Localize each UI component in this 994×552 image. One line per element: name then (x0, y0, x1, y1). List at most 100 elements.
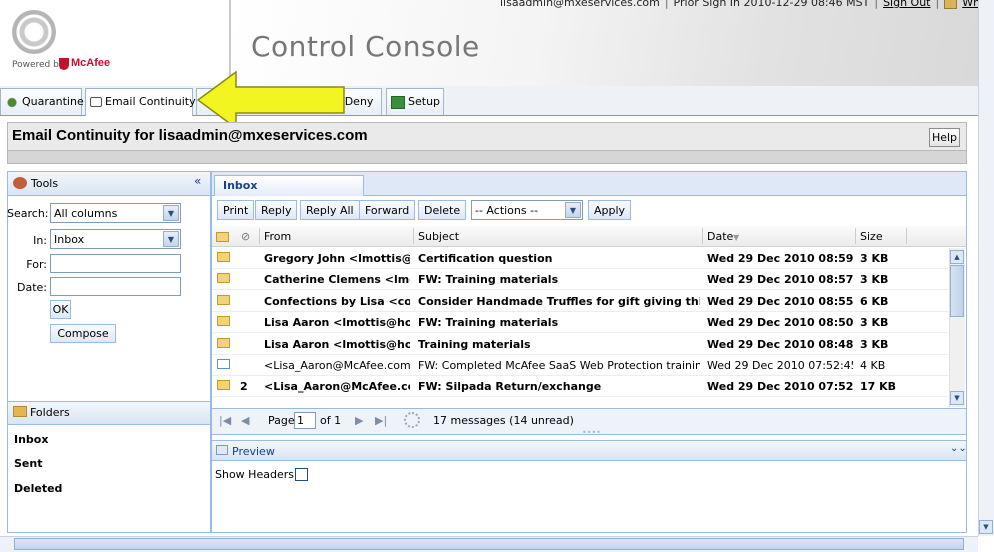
page-number-input[interactable]: 1 (294, 412, 316, 429)
reply-all-button[interactable]: Reply All (300, 200, 360, 220)
prev-page-icon[interactable]: ◀ (241, 414, 249, 427)
print-button[interactable]: Print (217, 200, 255, 220)
table-row[interactable]: Lisa Aaron <lmottis@hot... Training mater… (212, 334, 948, 355)
table-row[interactable]: 2 <Lisa_Aaron@McAfee.co... FW: Silpada Ret… (212, 376, 948, 398)
next-page-icon[interactable]: ▶ (355, 414, 363, 427)
show-headers-checkbox[interactable] (295, 468, 308, 481)
subject-cell: FW: Silpada Return/exchange (418, 380, 602, 394)
envelope-continuity-icon (90, 97, 102, 107)
console-title: Control Console (251, 30, 480, 63)
page-count: of 1 (320, 414, 342, 427)
date-cell: Wed 29 Dec 2010 07:52:40 ... (707, 380, 853, 394)
mcafee-logo-icon (12, 10, 56, 54)
in-folder-select[interactable]: Inbox ▼ (50, 229, 181, 249)
message-count: 17 messages (14 unread) (433, 414, 574, 427)
show-headers-label: Show Headers (215, 468, 294, 481)
tools-icon (13, 177, 27, 189)
search-label: Search: (7, 207, 49, 220)
search-for-input[interactable] (50, 254, 181, 273)
scroll-up-icon[interactable]: ▲ (950, 250, 964, 264)
last-page-icon[interactable]: ▶| (375, 414, 387, 427)
folder-sent[interactable]: Sent (14, 457, 42, 470)
size-cell: 4 KB (860, 359, 886, 372)
column-size[interactable]: Size (860, 230, 883, 243)
first-page-icon[interactable]: |◀ (219, 414, 231, 427)
folder-icon (13, 406, 27, 417)
page-label: Page (268, 414, 295, 427)
page-vertical-scrollbar[interactable] (978, 0, 994, 536)
search-column-select[interactable]: All columns ▼ (50, 203, 181, 223)
subject-cell: FW: Completed McAfee SaaS Web Protection… (418, 359, 700, 372)
unread-envelope-icon (217, 316, 230, 327)
resize-handle-icon[interactable]: •••• (582, 428, 601, 437)
folder-deleted[interactable]: Deleted (14, 482, 62, 495)
table-row[interactable]: Catherine Clemens <lmot... FW: Training m… (212, 269, 948, 291)
prior-sign-in: Prior Sign In 2010-12-29 08:46 MST (673, 0, 870, 9)
tab-email-continuity[interactable]: Email Continuity (85, 88, 196, 116)
column-divider (702, 228, 703, 244)
table-row[interactable]: <Lisa_Aaron@McAfee.com> FW: Completed McA… (212, 355, 948, 376)
delete-button[interactable]: Delete (418, 200, 467, 220)
tab-quarantine[interactable]: Quarantine (0, 88, 84, 115)
from-cell: Lisa Aaron <lmottis@hot... (264, 316, 410, 330)
collapse-panel-icon[interactable]: « (194, 174, 201, 188)
folder-inbox[interactable]: Inbox (14, 433, 48, 446)
actions-select[interactable]: -- Actions -- ▼ (471, 200, 583, 220)
chevron-down-icon: ▼ (163, 231, 179, 247)
column-divider (906, 228, 907, 244)
subject-cell: FW: Training materials (418, 316, 559, 330)
search-column-value: All columns (54, 207, 118, 220)
compose-button[interactable]: Compose (50, 324, 116, 343)
bug-icon (5, 95, 19, 109)
page-horizontal-scroll-thumb[interactable] (14, 538, 964, 550)
date-cell: Wed 29 Dec 2010 08:50:01 ... (707, 316, 853, 330)
column-divider (413, 228, 414, 244)
unread-envelope-icon (217, 337, 230, 348)
whats-new-icon (944, 0, 958, 9)
reply-button[interactable]: Reply (255, 200, 298, 220)
yellow-arrow-icon (196, 70, 345, 130)
for-label: For: (26, 258, 47, 271)
page-scroll-down-icon[interactable]: ▼ (979, 520, 993, 534)
apply-button[interactable]: Apply (588, 200, 632, 220)
chevron-down-icon: ▼ (163, 205, 179, 221)
sign-out-link[interactable]: Sign Out (883, 0, 930, 9)
table-row[interactable]: Confections by Lisa <conf... Consider Han… (212, 291, 948, 312)
subject-cell: Certification question (418, 252, 553, 265)
subject-cell: FW: Training materials (418, 273, 559, 287)
chevron-down-icon: ▼ (565, 202, 581, 218)
expand-chevron-icon[interactable]: ⌄⌄ (950, 443, 967, 454)
scroll-down-icon[interactable]: ▼ (950, 391, 964, 405)
forward-button[interactable]: Forward (359, 200, 416, 220)
preview-header (212, 440, 966, 461)
message-list-scroll-thumb[interactable] (950, 265, 964, 317)
mcafee-shield-icon (59, 58, 69, 70)
tab-setup-label: Setup (408, 95, 441, 108)
help-button[interactable]: Help (929, 128, 960, 147)
from-cell: <Lisa_Aaron@McAfee.com> (264, 359, 410, 372)
ok-button[interactable]: OK (50, 300, 71, 319)
search-date-input[interactable] (50, 277, 181, 296)
actions-value: -- Actions -- (475, 204, 539, 217)
date-cell: Wed 29 Dec 2010 08:48:14 ... (707, 337, 853, 351)
table-row[interactable]: Gregory John <lmottis@h... Certification … (212, 248, 948, 269)
user-bar: lisaadmin@mxeservices.com | Prior Sign In … (500, 0, 994, 9)
unread-envelope-icon (217, 252, 230, 262)
paperclip-column-icon[interactable]: ⊘ (241, 230, 250, 243)
size-cell: 6 KB (860, 294, 889, 308)
column-subject[interactable]: Subject (418, 230, 459, 243)
from-cell: Gregory John <lmottis@h... (264, 252, 410, 265)
preview-title: Preview (232, 445, 275, 458)
unread-envelope-icon (217, 380, 230, 391)
powered-by-label: Powered by (12, 60, 65, 70)
tab-email-continuity-label: Email Continuity (105, 95, 196, 108)
from-cell: <Lisa_Aaron@McAfee.co... (264, 380, 410, 394)
envelope-column-icon[interactable] (216, 232, 229, 242)
column-date[interactable]: Date (707, 230, 733, 243)
table-row[interactable]: Lisa Aaron <lmottis@hot... FW: Training m… (212, 312, 948, 334)
tab-setup[interactable]: Setup (386, 88, 444, 115)
size-cell: 3 KB (860, 252, 889, 265)
refresh-icon[interactable] (404, 412, 420, 428)
tab-inbox[interactable]: Inbox (214, 175, 364, 196)
column-from[interactable]: From (264, 230, 291, 243)
